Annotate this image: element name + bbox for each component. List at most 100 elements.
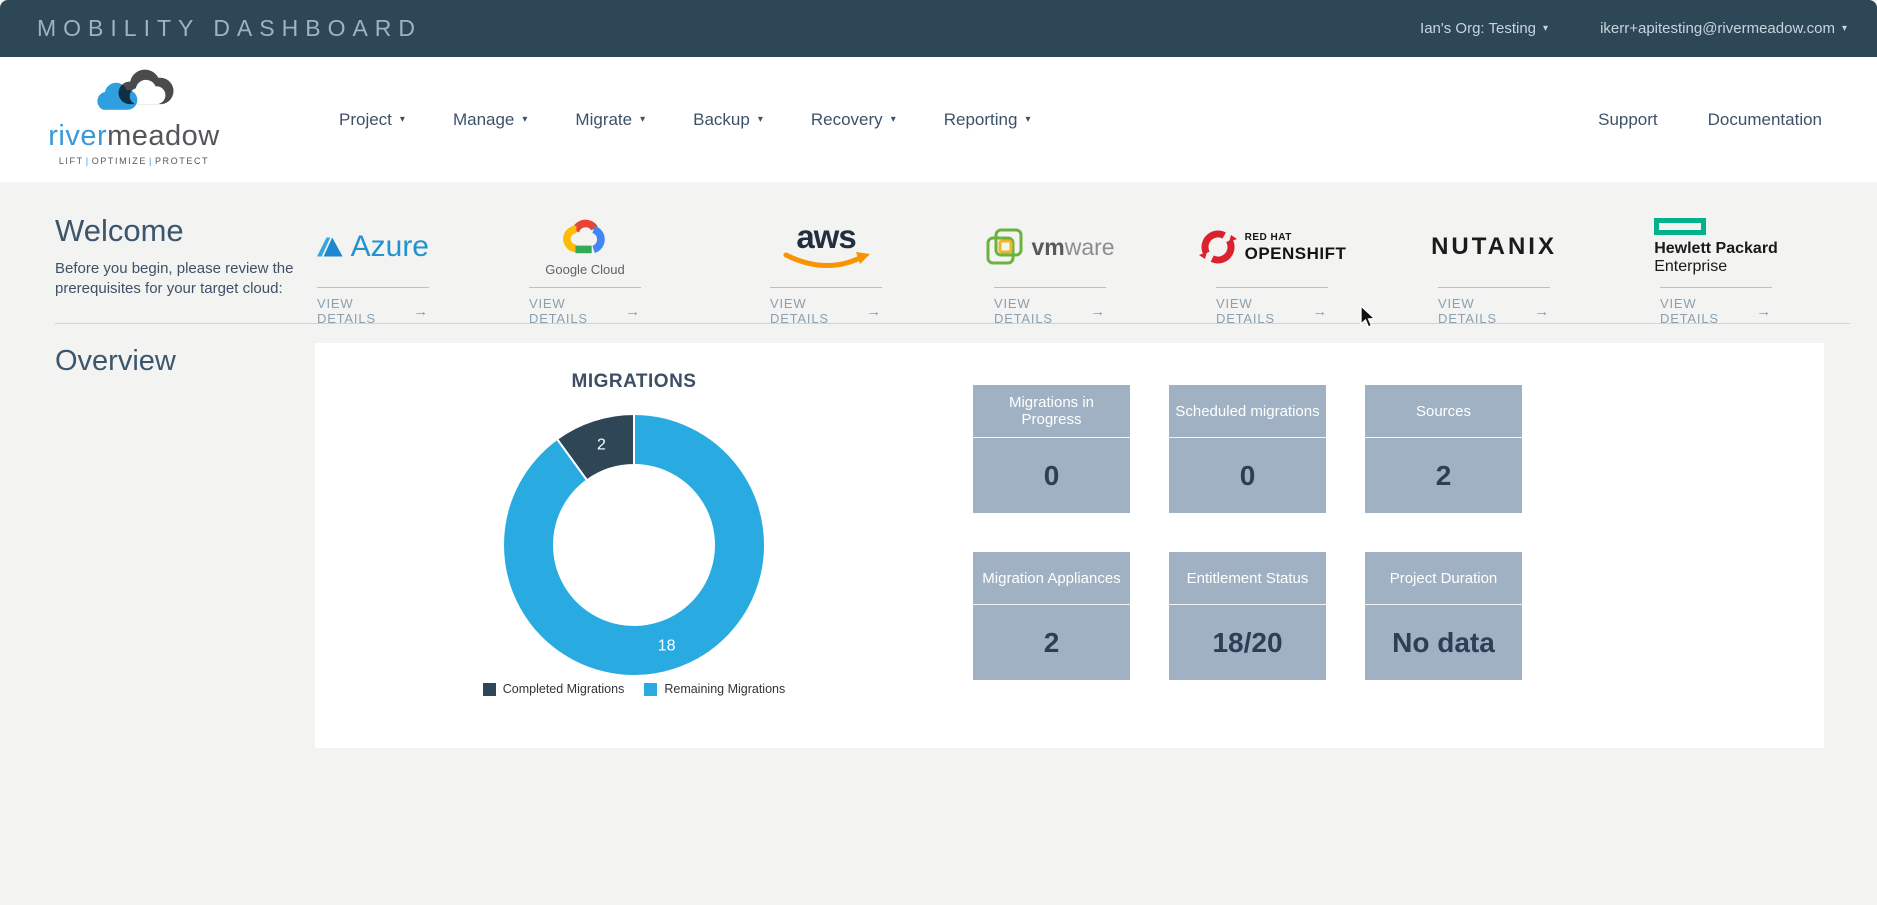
provider-nutanix: NUTANIX VIEW DETAILS → [1438, 207, 1550, 326]
hpe-logo-text: Enterprise [1654, 258, 1727, 276]
provider-azure: Azure VIEW DETAILS → [317, 207, 429, 326]
welcome-subtext: Before you begin, please review the prer… [55, 259, 307, 298]
google-cloud-logo-icon: Google Cloud [529, 207, 641, 287]
arrow-right-icon: → [866, 303, 882, 320]
arrow-right-icon: → [625, 303, 641, 320]
rivermeadow-logo[interactable]: rivermeadow LIFT|OPTIMIZE|PROTECT [44, 61, 224, 166]
donut-segment-1[interactable] [503, 414, 765, 676]
stat-value: 0 [973, 438, 1130, 513]
chart-title: MIGRATIONS [484, 371, 784, 393]
vmware-logo-text: ware [1065, 234, 1115, 260]
pipe-separator: | [84, 156, 92, 166]
provider-hpe: Hewlett Packard Enterprise VIEW DETAILS … [1660, 207, 1772, 326]
nav-menu-migrate[interactable]: Migrate▾ [575, 110, 645, 130]
page-title: MOBILITY DASHBOARD [37, 15, 422, 42]
user-menu-label: ikerr+apitesting@rivermeadow.com [1600, 20, 1835, 37]
legend-swatch-completed [483, 683, 496, 696]
topbar: MOBILITY DASHBOARD Ian's Org: Testing ▾ … [0, 0, 1877, 57]
stat-value: 0 [1169, 438, 1326, 513]
nutanix-view-details-link[interactable]: VIEW DETAILS → [1438, 287, 1550, 326]
nav-menu-recovery[interactable]: Recovery▾ [811, 110, 896, 130]
legend-item-completed[interactable]: Completed Migrations [483, 682, 625, 696]
azure-logo-icon: Azure [317, 207, 429, 287]
azure-logo-text: Azure [351, 230, 429, 264]
redhat-openshift-logo-icon: RED HAT OPENSHIFT [1216, 207, 1328, 287]
hpe-logo-icon: Hewlett Packard Enterprise [1660, 207, 1772, 287]
nav-menu-backup[interactable]: Backup▾ [693, 110, 763, 130]
aws-view-details-link[interactable]: VIEW DETAILS → [770, 287, 882, 326]
nav-menu-manage[interactable]: Manage▾ [453, 110, 527, 130]
provider-aws: aws VIEW DETAILS → [770, 207, 882, 326]
arrow-right-icon: → [1534, 303, 1550, 320]
arrow-right-icon: → [1756, 303, 1772, 320]
aws-logo-text: aws [796, 223, 855, 251]
arrow-right-icon: → [413, 303, 429, 320]
openshift-ring-icon [1198, 227, 1238, 267]
mouse-cursor-icon [1358, 305, 1378, 329]
vmware-logo-text-bold: vm [1031, 234, 1064, 260]
chevron-down-icon: ▾ [1842, 23, 1847, 34]
stat-card-sources: Sources 2 [1365, 385, 1522, 513]
arrow-right-icon: → [1312, 303, 1328, 320]
hpe-logo-text-top: Hewlett Packard [1654, 240, 1778, 258]
nutanix-logo-icon: NUTANIX [1438, 207, 1550, 287]
chevron-down-icon: ▾ [400, 114, 405, 125]
openshift-logo-text: OPENSHIFT [1245, 245, 1347, 262]
section-divider [55, 323, 1850, 324]
main-nav: Project▾ Manage▾ Migrate▾ Backup▾ Recove… [339, 57, 1030, 182]
chevron-down-icon: ▾ [758, 114, 763, 125]
hpe-view-details-link[interactable]: VIEW DETAILS → [1660, 287, 1772, 326]
stat-card-scheduled-migrations: Scheduled migrations 0 [1169, 385, 1326, 513]
stat-card-entitlement-status: Entitlement Status 18/20 [1169, 552, 1326, 680]
google-cloud-icon [562, 217, 608, 257]
overview-heading: Overview [55, 345, 176, 378]
welcome-heading: Welcome [55, 213, 184, 249]
redhat-logo-text: RED HAT [1245, 233, 1347, 243]
nav-link-support[interactable]: Support [1598, 110, 1658, 130]
topbar-right: Ian's Org: Testing ▾ ikerr+apitesting@ri… [1420, 20, 1847, 37]
azure-view-details-link[interactable]: VIEW DETAILS → [317, 287, 429, 326]
donut-value-label-1: 18 [658, 637, 676, 654]
pipe-separator: | [147, 156, 155, 166]
nav-menu-reporting[interactable]: Reporting▾ [944, 110, 1031, 130]
stat-card-migration-appliances: Migration Appliances 2 [973, 552, 1130, 680]
org-menu[interactable]: Ian's Org: Testing ▾ [1420, 20, 1548, 37]
provider-redhat-openshift: RED HAT OPENSHIFT VIEW DETAILS → [1216, 207, 1328, 326]
stat-value: 2 [973, 605, 1130, 680]
redhat-openshift-view-details-link[interactable]: VIEW DETAILS → [1216, 287, 1328, 326]
azure-triangle-icon [317, 226, 343, 268]
nutanix-logo-text: NUTANIX [1431, 233, 1557, 261]
stat-card-migrations-in-progress: Migrations in Progress 0 [973, 385, 1130, 513]
brand-tagline: LIFT|OPTIMIZE|PROTECT [44, 156, 224, 166]
provider-google-cloud: Google Cloud VIEW DETAILS → [529, 207, 641, 326]
vmware-boxes-icon [985, 227, 1025, 267]
migrations-donut[interactable]: 218 [501, 412, 767, 678]
aws-smile-icon [782, 251, 870, 271]
org-menu-label: Ian's Org: Testing [1420, 20, 1536, 37]
rivermeadow-cloud-icon [90, 61, 178, 121]
stat-value: 2 [1365, 438, 1522, 513]
aws-logo-icon: aws [770, 207, 882, 287]
vmware-view-details-link[interactable]: VIEW DETAILS → [994, 287, 1106, 326]
google-cloud-view-details-link[interactable]: VIEW DETAILS → [529, 287, 641, 326]
legend-swatch-remaining [644, 683, 657, 696]
user-menu[interactable]: ikerr+apitesting@rivermeadow.com ▾ [1600, 20, 1847, 37]
brand-wordmark: rivermeadow [44, 122, 224, 151]
chevron-down-icon: ▾ [522, 114, 527, 125]
legend-item-remaining[interactable]: Remaining Migrations [644, 682, 785, 696]
navbar: rivermeadow LIFT|OPTIMIZE|PROTECT Projec… [0, 57, 1877, 182]
stat-value: No data [1365, 605, 1522, 680]
stat-card-project-duration: Project Duration No data [1365, 552, 1522, 680]
nav-link-documentation[interactable]: Documentation [1708, 110, 1822, 130]
chevron-down-icon: ▾ [1025, 114, 1030, 125]
overview-panel: MIGRATIONS 218 Completed Migrations Rema… [315, 343, 1824, 748]
stat-cards: Migrations in Progress 0 Scheduled migra… [973, 385, 1522, 680]
chart-legend: Completed Migrations Remaining Migration… [434, 682, 834, 696]
google-cloud-logo-text: Google Cloud [545, 262, 625, 277]
vmware-logo-icon: vmware [994, 207, 1106, 287]
nav-menu-project[interactable]: Project▾ [339, 110, 405, 130]
arrow-right-icon: → [1090, 303, 1106, 320]
provider-vmware: vmware VIEW DETAILS → [994, 207, 1106, 326]
hpe-rect-icon [1654, 218, 1706, 235]
stat-value: 18/20 [1169, 605, 1326, 680]
